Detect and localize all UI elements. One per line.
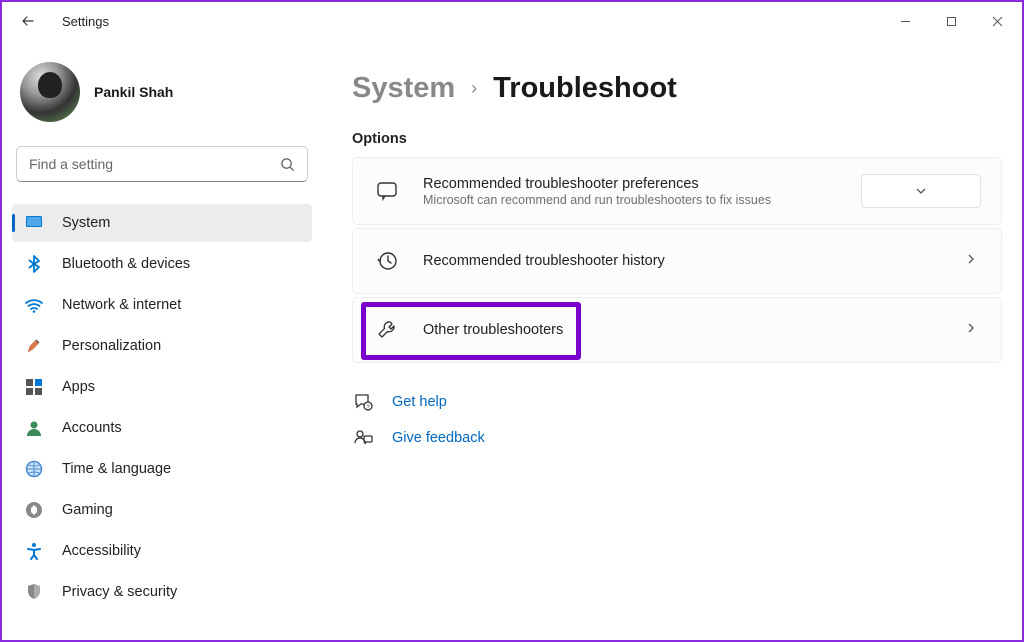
get-help-link[interactable]: ? Get help: [352, 391, 1002, 413]
sidebar-item-label: Accessibility: [62, 543, 141, 559]
sidebar-item-label: Network & internet: [62, 297, 181, 313]
sidebar-item-time-language[interactable]: Time & language: [12, 450, 312, 488]
comment-icon: [375, 179, 399, 203]
give-feedback-link[interactable]: Give feedback: [352, 427, 1002, 449]
breadcrumb-parent[interactable]: System: [352, 72, 455, 105]
app-title: Settings: [62, 14, 109, 29]
feedback-icon: [352, 427, 374, 449]
close-button[interactable]: [974, 5, 1020, 37]
sidebar-item-label: Bluetooth & devices: [62, 256, 190, 272]
maximize-button[interactable]: [928, 5, 974, 37]
accessibility-icon: [24, 541, 44, 561]
gaming-icon: [24, 500, 44, 520]
person-icon: [24, 418, 44, 438]
wifi-icon: [24, 295, 44, 315]
card-title: Recommended troubleshooter preferences: [423, 176, 837, 192]
sidebar-item-system[interactable]: System: [12, 204, 312, 242]
brush-icon: [24, 336, 44, 356]
link-text: Get help: [392, 394, 447, 410]
window-titlebar: Settings: [2, 2, 1022, 40]
system-icon: [24, 213, 44, 233]
avatar: [20, 62, 80, 122]
card-other-troubleshooters[interactable]: Other troubleshooters: [352, 297, 1002, 363]
sidebar: Pankil Shah System Bluetooth & devices N…: [2, 40, 322, 640]
sidebar-item-label: System: [62, 215, 110, 231]
minimize-button[interactable]: [882, 5, 928, 37]
breadcrumb: System › Troubleshoot: [352, 72, 1002, 105]
sidebar-item-gaming[interactable]: Gaming: [12, 491, 312, 529]
breadcrumb-current: Troubleshoot: [493, 72, 677, 105]
nav-list: System Bluetooth & devices Network & int…: [12, 204, 312, 611]
card-body: Other troubleshooters: [423, 322, 941, 338]
user-section[interactable]: Pankil Shah: [12, 56, 312, 146]
card-body: Recommended troubleshooter history: [423, 253, 941, 269]
close-icon: [992, 16, 1003, 27]
history-icon: [375, 249, 399, 273]
search-icon: [280, 157, 295, 172]
sidebar-item-label: Time & language: [62, 461, 171, 477]
card-troubleshooter-history[interactable]: Recommended troubleshooter history: [352, 228, 1002, 294]
shield-icon: [24, 582, 44, 602]
sidebar-item-personalization[interactable]: Personalization: [12, 327, 312, 365]
sidebar-item-bluetooth[interactable]: Bluetooth & devices: [12, 245, 312, 283]
back-button[interactable]: [18, 11, 38, 31]
sidebar-item-label: Apps: [62, 379, 95, 395]
footer-links: ? Get help Give feedback: [352, 391, 1002, 449]
titlebar-controls: [882, 5, 1020, 37]
sidebar-item-label: Accounts: [62, 420, 122, 436]
card-subtitle: Microsoft can recommend and run troubles…: [423, 193, 837, 207]
bluetooth-icon: [24, 254, 44, 274]
card-title: Recommended troubleshooter history: [423, 253, 941, 269]
preferences-dropdown[interactable]: [861, 174, 981, 208]
titlebar-left: Settings: [18, 11, 109, 31]
apps-icon: [24, 377, 44, 397]
cards-list: Recommended troubleshooter preferences M…: [352, 157, 1002, 363]
sidebar-item-accounts[interactable]: Accounts: [12, 409, 312, 447]
chevron-right-icon: [965, 252, 981, 270]
chevron-down-icon: [915, 185, 927, 197]
sidebar-item-network[interactable]: Network & internet: [12, 286, 312, 324]
main-content: System › Troubleshoot Options Recommende…: [322, 40, 1022, 640]
wrench-icon: [375, 318, 399, 342]
globe-icon: [24, 459, 44, 479]
link-text: Give feedback: [392, 430, 485, 446]
help-icon: ?: [352, 391, 374, 413]
search-box[interactable]: [16, 146, 308, 182]
chevron-right-icon: ›: [471, 78, 477, 99]
minimize-icon: [900, 16, 911, 27]
section-title: Options: [352, 131, 1002, 147]
sidebar-item-apps[interactable]: Apps: [12, 368, 312, 406]
card-body: Recommended troubleshooter preferences M…: [423, 176, 837, 207]
sidebar-item-label: Gaming: [62, 502, 113, 518]
card-title: Other troubleshooters: [423, 322, 941, 338]
chevron-right-icon: [965, 321, 981, 339]
search-input[interactable]: [29, 156, 280, 172]
app-body: Pankil Shah System Bluetooth & devices N…: [2, 40, 1022, 640]
card-recommended-preferences[interactable]: Recommended troubleshooter preferences M…: [352, 157, 1002, 225]
user-name: Pankil Shah: [94, 84, 173, 100]
arrow-left-icon: [20, 13, 36, 29]
sidebar-item-privacy[interactable]: Privacy & security: [12, 573, 312, 611]
sidebar-item-label: Privacy & security: [62, 584, 177, 600]
maximize-icon: [946, 16, 957, 27]
sidebar-item-accessibility[interactable]: Accessibility: [12, 532, 312, 570]
sidebar-item-label: Personalization: [62, 338, 161, 354]
